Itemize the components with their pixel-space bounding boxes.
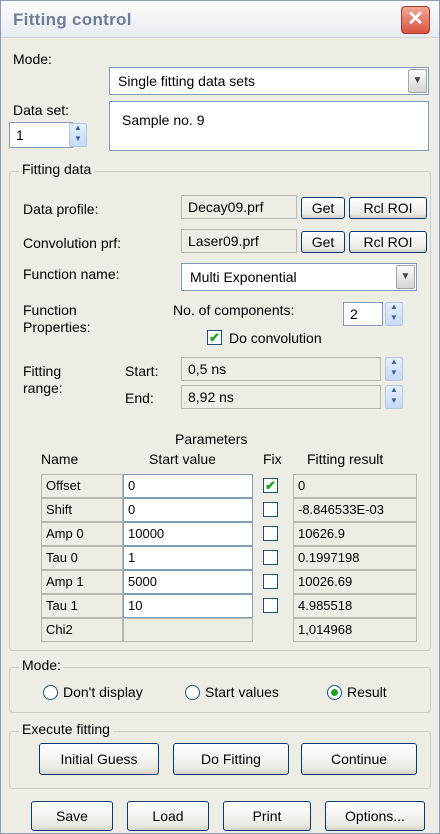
radio-dont-display-label: Don't display <box>63 684 143 700</box>
function-properties-label-1: Function <box>23 302 77 318</box>
load-button[interactable]: Load <box>127 801 209 831</box>
param-fitting-result-cell: 10026.69 <box>293 570 417 594</box>
param-fix-checkbox[interactable] <box>263 598 278 613</box>
close-icon[interactable]: ✕ <box>401 6 430 34</box>
print-button[interactable]: Print <box>223 801 311 831</box>
execute-fitting-group-title: Execute fitting <box>19 721 113 737</box>
function-name-label: Function name: <box>23 266 120 282</box>
header-fitting-result: Fitting result <box>307 451 384 467</box>
components-spinner[interactable]: ▲ ▼ <box>385 302 403 326</box>
function-name-value: Multi Exponential <box>190 269 297 285</box>
fitting-data-group-title: Fitting data <box>19 161 95 177</box>
param-name-cell: Amp 1 <box>41 570 123 594</box>
param-fix-checkbox[interactable] <box>263 526 278 541</box>
param-fitting-result-cell: 0 <box>293 474 417 498</box>
header-fix: Fix <box>263 451 282 467</box>
convolution-field: Laser09.prf <box>181 229 297 253</box>
chevron-down-icon[interactable]: ▼ <box>408 69 427 93</box>
radio-start-values[interactable] <box>185 685 200 700</box>
data-set-spinner[interactable]: ▲ ▼ <box>69 123 87 147</box>
range-start-value: 0,5 ns <box>188 361 227 377</box>
range-end-label: End: <box>125 390 154 406</box>
convolution-rcl-roi-button[interactable]: Rcl ROI <box>349 231 427 253</box>
param-fix-checkbox[interactable]: ✔ <box>263 478 278 493</box>
title-bar: Fitting control ✕ <box>1 1 439 38</box>
param-name-cell: Shift <box>41 498 123 522</box>
data-set-number-input[interactable]: 1 <box>9 122 73 148</box>
fitting-control-window: Fitting control ✕ Mode: Single fitting d… <box>0 0 440 834</box>
data-set-number-value: 1 <box>16 127 24 143</box>
mode-label: Mode: <box>13 51 52 67</box>
param-name-cell: Offset <box>41 474 123 498</box>
continue-button[interactable]: Continue <box>301 743 417 775</box>
param-name-cell: Chi2 <box>41 618 123 642</box>
save-button[interactable]: Save <box>31 801 113 831</box>
do-fitting-button[interactable]: Do Fitting <box>173 743 289 775</box>
data-profile-get-button[interactable]: Get <box>301 197 345 219</box>
range-start-label: Start: <box>125 363 159 379</box>
data-profile-rcl-roi-button[interactable]: Rcl ROI <box>349 197 427 219</box>
spin-down-icon[interactable]: ▼ <box>70 135 86 146</box>
param-start-value-input[interactable]: 0 <box>123 474 253 498</box>
range-start-spinner[interactable]: ▲ ▼ <box>385 357 403 381</box>
header-start-value: Start value <box>149 451 216 467</box>
chevron-down-icon[interactable]: ▼ <box>396 265 415 289</box>
header-name: Name <box>41 451 79 467</box>
spin-down-icon[interactable]: ▼ <box>386 397 402 408</box>
function-properties-label-2: Properties: <box>23 319 91 335</box>
convolution-value: Laser09.prf <box>188 233 259 249</box>
param-start-value-input[interactable]: 10000 <box>123 522 253 546</box>
param-start-value-input <box>123 618 253 642</box>
param-fitting-result-cell: 4.985518 <box>293 594 417 618</box>
radio-selected-dot <box>331 689 338 696</box>
param-fix-checkbox[interactable] <box>263 550 278 565</box>
convolution-get-button[interactable]: Get <box>301 231 345 253</box>
components-input[interactable]: 2 <box>343 302 383 326</box>
param-start-value-input[interactable]: 5000 <box>123 570 253 594</box>
param-name-cell: Tau 1 <box>41 594 123 618</box>
range-start-field[interactable]: 0,5 ns <box>181 357 381 381</box>
display-mode-group-title: Mode: <box>19 657 64 673</box>
param-fitting-result-cell: 0.1997198 <box>293 546 417 570</box>
spin-down-icon[interactable]: ▼ <box>386 314 402 325</box>
parameters-title: Parameters <box>175 431 248 447</box>
do-convolution-checkbox[interactable]: ✔ <box>207 330 222 345</box>
radio-dont-display[interactable] <box>43 685 58 700</box>
options-button[interactable]: Options... <box>325 801 425 831</box>
param-fix-checkbox[interactable] <box>263 574 278 589</box>
radio-start-values-label: Start values <box>205 684 279 700</box>
data-profile-field: Decay09.prf <box>181 195 297 219</box>
components-label: No. of components: <box>173 302 295 318</box>
window-title: Fitting control <box>13 10 132 29</box>
spin-down-icon[interactable]: ▼ <box>386 369 402 380</box>
radio-result-label: Result <box>347 684 387 700</box>
data-set-name-field[interactable]: Sample no. 9 <box>109 101 429 151</box>
range-end-value: 8,92 ns <box>188 389 234 405</box>
param-fitting-result-cell: -8.846533E-03 <box>293 498 417 522</box>
param-start-value-input[interactable]: 10 <box>123 594 253 618</box>
param-name-cell: Tau 0 <box>41 546 123 570</box>
function-name-select[interactable]: Multi Exponential ▼ <box>181 263 417 291</box>
mode-select[interactable]: Single fitting data sets ▼ <box>109 67 429 95</box>
range-end-field[interactable]: 8,92 ns <box>181 385 381 409</box>
param-start-value-input[interactable]: 1 <box>123 546 253 570</box>
param-fix-checkbox[interactable] <box>263 502 278 517</box>
range-end-spinner[interactable]: ▲ ▼ <box>385 385 403 409</box>
param-fitting-result-cell: 1,014968 <box>293 618 417 642</box>
data-set-label: Data set: <box>13 102 70 118</box>
param-start-value-input[interactable]: 0 <box>123 498 253 522</box>
components-value: 2 <box>350 306 358 322</box>
data-profile-label: Data profile: <box>23 201 99 217</box>
convolution-label: Convolution prf: <box>23 235 122 251</box>
fitting-range-label-2: range: <box>23 380 63 396</box>
initial-guess-button[interactable]: Initial Guess <box>39 743 159 775</box>
radio-result[interactable] <box>327 685 342 700</box>
data-set-name-value: Sample no. 9 <box>122 112 205 128</box>
param-name-cell: Amp 0 <box>41 522 123 546</box>
fitting-range-label-1: Fitting <box>23 363 62 379</box>
param-fitting-result-cell: 10626.9 <box>293 522 417 546</box>
do-convolution-label: Do convolution <box>229 330 322 346</box>
data-profile-value: Decay09.prf <box>188 199 264 215</box>
mode-select-value: Single fitting data sets <box>118 73 255 89</box>
